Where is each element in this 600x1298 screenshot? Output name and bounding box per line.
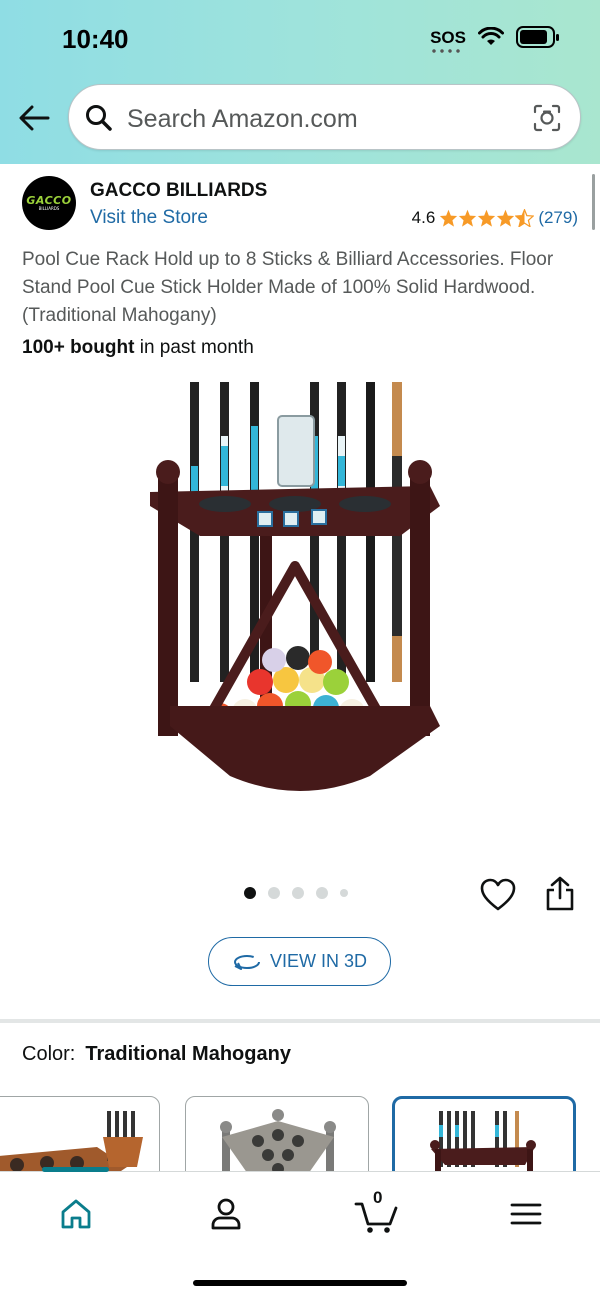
heart-icon[interactable] bbox=[480, 878, 516, 912]
selected-color: Traditional Mahogany bbox=[85, 1043, 291, 1065]
bought-count: 100+ bought in past month bbox=[22, 337, 254, 358]
rating-stars bbox=[439, 209, 535, 227]
search-bar[interactable]: Search Amazon.com bbox=[68, 84, 581, 150]
search-icon bbox=[86, 105, 112, 131]
product-title: Pool Cue Rack Hold up to 8 Sticks & Bill… bbox=[22, 249, 554, 326]
rating-summary[interactable]: 4.6 (279) bbox=[412, 208, 578, 228]
review-count-link[interactable]: (279) bbox=[538, 208, 578, 228]
shot-glass bbox=[277, 415, 315, 487]
status-time: 10:40 bbox=[62, 24, 129, 54]
rating-value: 4.6 bbox=[411, 208, 436, 227]
sos-indicator: SOS bbox=[430, 29, 466, 53]
battery-icon bbox=[516, 26, 559, 48]
star-half-icon bbox=[515, 209, 535, 227]
section-divider bbox=[0, 1019, 600, 1023]
signal-dots-icon bbox=[430, 48, 463, 53]
carousel-dot[interactable] bbox=[268, 887, 280, 899]
cart-count: 0 bbox=[373, 1188, 383, 1207]
home-icon[interactable] bbox=[56, 1194, 96, 1234]
header: 10:40 SOS Search Amazon.com bbox=[0, 0, 600, 164]
carousel-dot[interactable] bbox=[292, 887, 304, 899]
view-in-3d-label: VIEW IN 3D bbox=[269, 951, 367, 971]
active-tab-indicator bbox=[42, 1167, 109, 1172]
account-icon[interactable] bbox=[206, 1194, 246, 1234]
star-full-icon bbox=[440, 209, 458, 227]
product-page: 10:40 SOS Search Amazon.com GACCO BILLIA… bbox=[0, 0, 600, 1298]
carousel-dot[interactable] bbox=[340, 889, 348, 897]
bottom-nav: 0 bbox=[0, 1167, 600, 1298]
carousel-dot[interactable] bbox=[316, 887, 328, 899]
visit-store-link[interactable]: Visit the Store bbox=[90, 207, 208, 229]
scrollbar[interactable] bbox=[592, 174, 595, 230]
back-arrow-icon[interactable] bbox=[18, 104, 50, 132]
star-full-icon bbox=[459, 209, 477, 227]
menu-icon[interactable] bbox=[506, 1194, 546, 1234]
search-input[interactable]: Search Amazon.com bbox=[127, 105, 358, 134]
camera-search-icon[interactable] bbox=[532, 103, 562, 133]
brand-logo[interactable]: GACCO BILLIARDS bbox=[22, 176, 76, 230]
brand-name: GACCO BILLIARDS bbox=[90, 180, 268, 201]
view-in-3d-button[interactable]: VIEW IN 3D bbox=[208, 937, 391, 986]
product-image[interactable] bbox=[140, 376, 460, 806]
share-icon[interactable] bbox=[544, 876, 576, 912]
rotate-3d-icon bbox=[233, 954, 260, 970]
carousel-dot[interactable] bbox=[244, 887, 256, 899]
wifi-icon bbox=[478, 27, 504, 45]
cart-button[interactable]: 0 bbox=[354, 1188, 400, 1234]
image-carousel-dots[interactable] bbox=[244, 887, 348, 899]
star-full-icon bbox=[497, 209, 515, 227]
color-selector-label: Color: Traditional Mahogany bbox=[22, 1043, 291, 1065]
home-indicator[interactable] bbox=[193, 1280, 407, 1286]
star-full-icon bbox=[478, 209, 496, 227]
status-icons: SOS bbox=[430, 26, 560, 53]
